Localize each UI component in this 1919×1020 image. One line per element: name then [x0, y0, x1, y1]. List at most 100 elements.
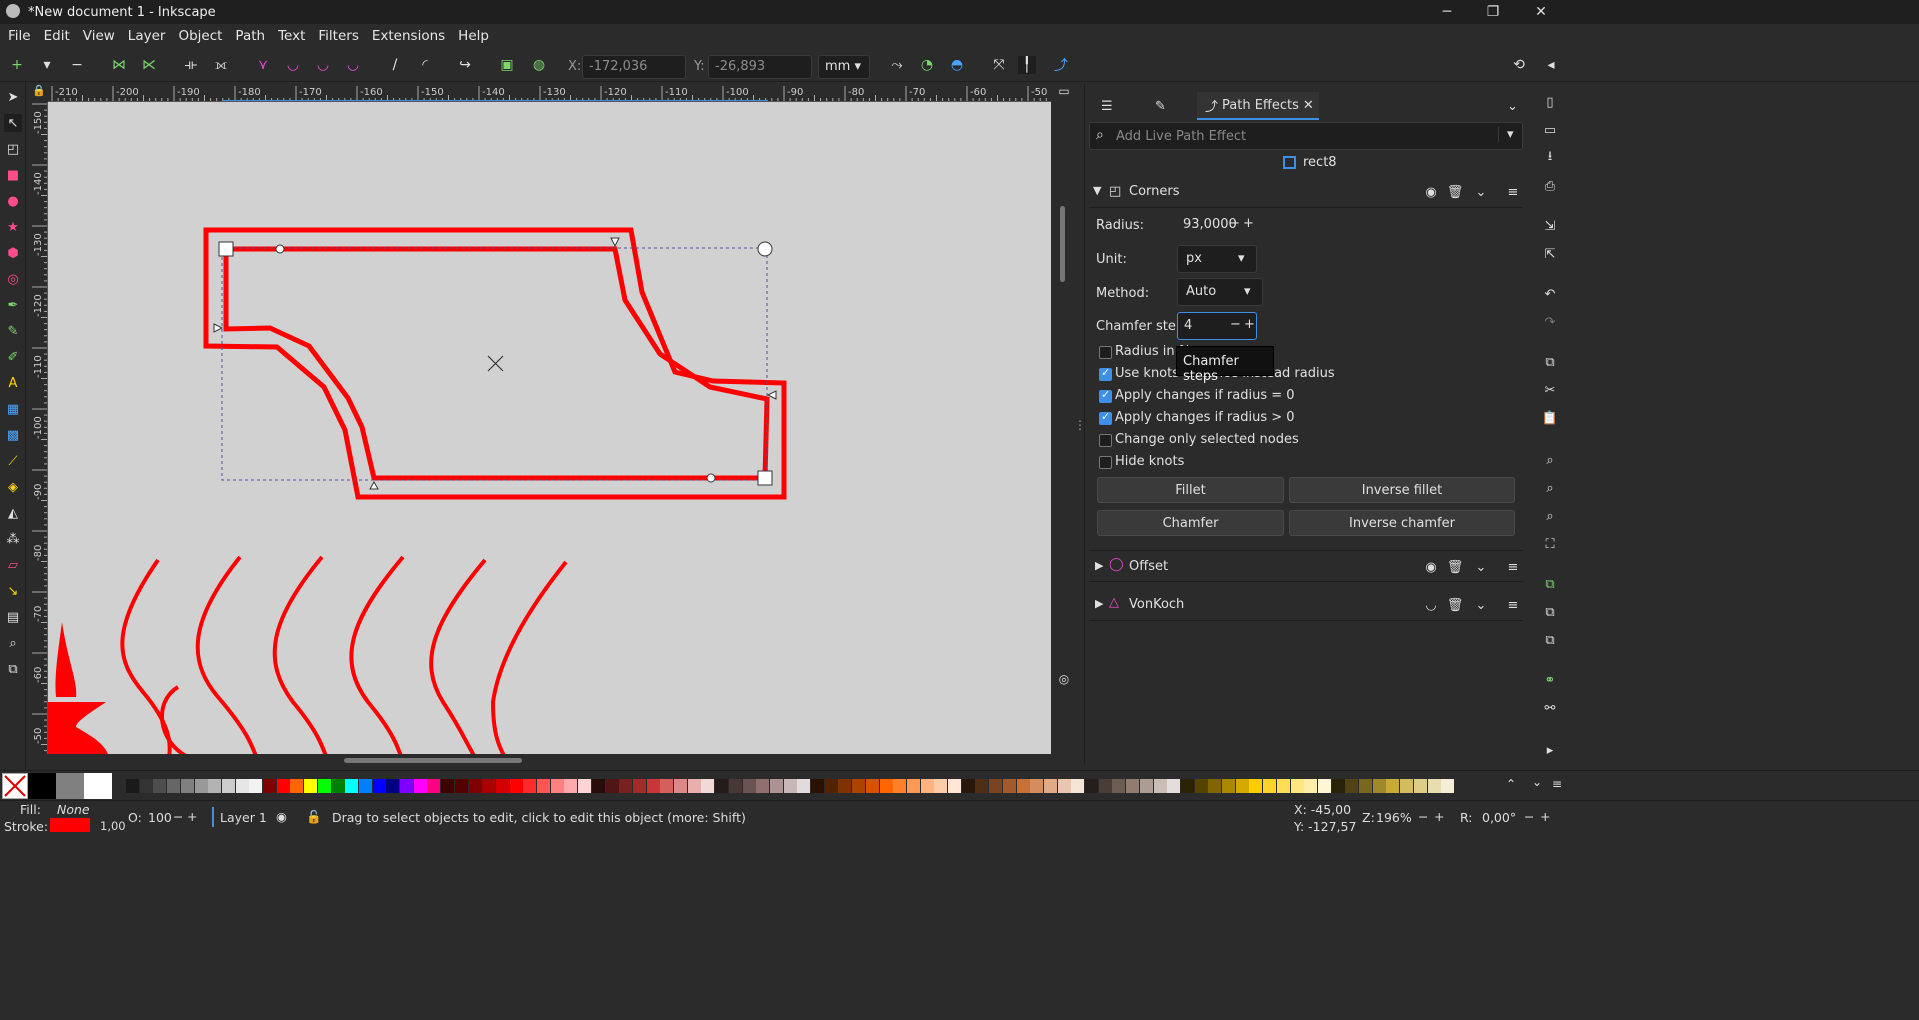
show-clip-icon[interactable]: ◔ [918, 56, 936, 74]
menu-extensions[interactable]: Extensions [372, 28, 445, 44]
menu-file[interactable]: File [8, 28, 31, 44]
color-swatch[interactable] [345, 779, 359, 793]
color-swatch[interactable] [1002, 779, 1016, 793]
color-swatch[interactable] [920, 779, 934, 793]
method-select[interactable]: Auto ▾ [1177, 278, 1263, 306]
color-swatch[interactable] [715, 779, 729, 793]
color-swatch[interactable] [632, 779, 646, 793]
color-swatch[interactable] [879, 779, 893, 793]
unlink-clone-icon[interactable]: ⧉ [1540, 630, 1560, 650]
show-handles-icon[interactable]: ⤳ [888, 56, 906, 74]
close-icon[interactable]: ✕ [1518, 0, 1564, 24]
color-swatch[interactable] [838, 779, 852, 793]
color-swatch[interactable] [1016, 779, 1030, 793]
color-swatch[interactable] [372, 779, 386, 793]
segment-curve-icon[interactable]: ◜ [416, 56, 434, 74]
delete-trash-icon[interactable]: 🗑 [1443, 555, 1467, 579]
vertical-scrollbar[interactable]: ◎ [1052, 102, 1076, 754]
drag-handle-icon[interactable]: ≡ [1501, 593, 1525, 617]
color-swatch[interactable] [1290, 779, 1304, 793]
fill-value[interactable]: None [57, 802, 90, 817]
inverse-chamfer-button[interactable]: Inverse chamfer [1289, 510, 1515, 536]
menu-edit[interactable]: Edit [44, 28, 70, 44]
3d-box-tool-icon[interactable]: ⬢ [4, 244, 22, 262]
show-mask-icon[interactable]: ◓ [948, 56, 966, 74]
color-swatch[interactable] [1057, 779, 1071, 793]
show-path-outline-icon[interactable]: ╿ [1018, 56, 1036, 74]
radius-percent-checkbox[interactable] [1099, 346, 1112, 359]
chamfer-steps-input[interactable]: 4 − + [1177, 312, 1257, 340]
color-swatch[interactable] [194, 779, 208, 793]
color-swatch[interactable] [1331, 779, 1345, 793]
chevron-down-icon[interactable]: ⌄ [1532, 775, 1542, 789]
zoom-value[interactable]: 196% [1376, 810, 1412, 825]
group-icon[interactable]: ⚭ [1540, 670, 1560, 690]
menu-text[interactable]: Text [278, 28, 305, 44]
dock-handle-icon[interactable]: ⋮ [1074, 418, 1086, 434]
color-swatch[interactable] [1400, 779, 1414, 793]
color-swatch[interactable] [427, 779, 441, 793]
gradient-tool-icon[interactable]: ▦ [4, 400, 22, 418]
color-swatch[interactable] [660, 779, 674, 793]
color-swatch[interactable] [742, 779, 756, 793]
segment-line-icon[interactable]: / [386, 56, 404, 74]
plus-icon[interactable]: + [1244, 317, 1255, 332]
color-swatch[interactable] [1194, 779, 1208, 793]
y-coordinate-input[interactable]: -26,893 [708, 55, 812, 79]
ungroup-icon[interactable]: ⚯ [1540, 698, 1560, 718]
save-icon[interactable]: ⭳ [1540, 148, 1560, 168]
minus-icon[interactable]: − [1230, 317, 1241, 332]
color-swatch[interactable] [1071, 779, 1085, 793]
tweak-tool-icon[interactable]: ◭ [4, 504, 22, 522]
duplicate-icon[interactable]: ⧉ [1540, 574, 1560, 594]
apply-radius-zero-checkbox[interactable] [1099, 388, 1112, 403]
color-swatch[interactable] [331, 779, 345, 793]
zoom-page-icon[interactable]: ⌕ [1540, 506, 1560, 526]
color-swatch[interactable] [605, 779, 619, 793]
color-swatch[interactable] [276, 779, 290, 793]
plus-icon[interactable]: + [1243, 216, 1254, 231]
insert-node-icon[interactable]: + [8, 56, 26, 74]
minus-icon[interactable]: − [173, 809, 183, 824]
color-swatch[interactable] [153, 779, 167, 793]
eraser-tool-icon[interactable]: ▱ [4, 556, 22, 574]
zoom-width-icon[interactable]: ⛶ [1540, 534, 1560, 554]
node-tool-icon[interactable]: ↖ [4, 114, 22, 132]
connector-tool-icon[interactable]: ↘ [4, 582, 22, 600]
delete-node-icon[interactable]: − [68, 56, 86, 74]
corner-handle-br[interactable] [757, 470, 773, 486]
join-nodes-icon[interactable]: ⋈ [110, 56, 128, 74]
knot-handle[interactable] [213, 323, 224, 333]
color-swatch[interactable] [235, 779, 249, 793]
color-swatch[interactable] [509, 779, 523, 793]
color-swatch[interactable] [441, 779, 455, 793]
menu-path[interactable]: Path [235, 28, 265, 44]
delete-trash-icon[interactable]: 🗑 [1443, 180, 1467, 204]
fillet-button[interactable]: Fillet [1097, 477, 1284, 503]
break-path-icon[interactable]: ⋉ [140, 56, 158, 74]
color-swatch[interactable] [1386, 779, 1400, 793]
color-swatch[interactable] [386, 779, 400, 793]
color-swatch[interactable] [550, 779, 564, 793]
color-swatch[interactable] [893, 779, 907, 793]
radius-input[interactable]: 93,0000 − + [1177, 212, 1257, 240]
color-swatch[interactable] [400, 779, 413, 793]
snap-icon[interactable]: ⟲ [1510, 56, 1528, 74]
restore-icon[interactable]: ❐ [1470, 0, 1516, 24]
hide-knots-checkbox[interactable] [1099, 456, 1112, 469]
tab-path-effects[interactable]: ⤴ Path Effects ✕ [1197, 92, 1319, 120]
spray-tool-icon[interactable]: ⁂ [4, 530, 22, 548]
new-document-icon[interactable]: ▯ [1540, 92, 1560, 112]
horizontal-ruler[interactable]: -210 -200 -190 -180 -170 -160 -150 -140 -130 -120… [48, 84, 1051, 102]
color-swatch[interactable] [948, 779, 961, 793]
color-swatch[interactable] [537, 779, 550, 793]
stroke-swatch[interactable] [50, 818, 90, 832]
color-swatch[interactable] [564, 779, 578, 793]
layers-tab-icon[interactable]: ☰ [1101, 92, 1113, 120]
pen-tool-icon[interactable]: ✒ [4, 296, 22, 314]
expand-arrow-icon[interactable]: ▶ [1095, 559, 1103, 572]
color-swatch[interactable] [1208, 779, 1222, 793]
cut-icon[interactable]: ✂ [1540, 380, 1560, 400]
color-swatch[interactable] [180, 779, 194, 793]
clone-icon[interactable]: ⧉ [1540, 602, 1560, 622]
